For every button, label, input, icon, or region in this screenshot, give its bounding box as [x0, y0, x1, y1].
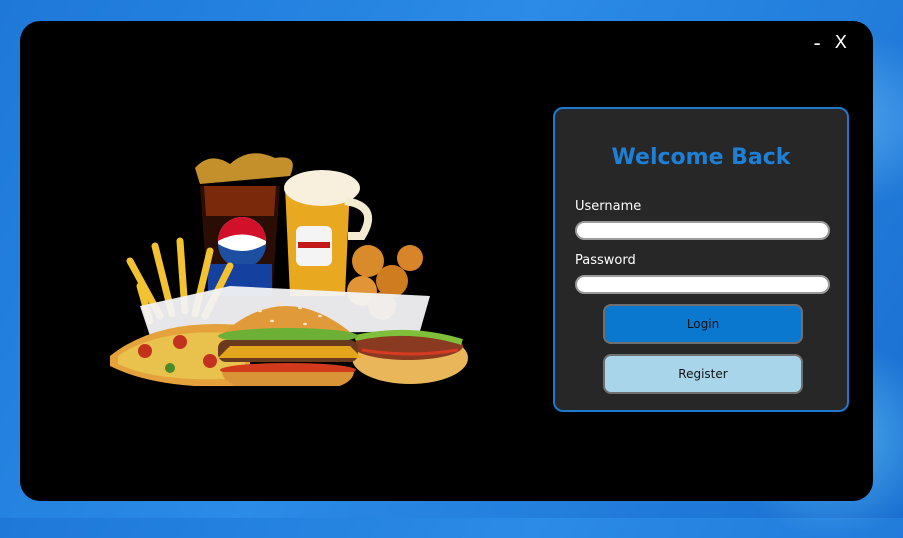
password-label: Password	[575, 253, 636, 268]
beer-glass	[284, 170, 373, 296]
username-input[interactable]	[575, 221, 830, 240]
login-card: Welcome Back Username Password Login Reg…	[553, 107, 849, 412]
minimize-button[interactable]: -	[813, 31, 820, 55]
soda-cup	[195, 153, 293, 296]
page-title: Welcome Back	[611, 145, 791, 170]
fast-food-image	[110, 153, 468, 386]
username-label: Username	[575, 199, 642, 214]
login-window: - X Welcome Back Username Password Login…	[20, 21, 873, 501]
hotdog	[352, 329, 468, 384]
login-button[interactable]: Login	[603, 304, 803, 344]
password-input[interactable]	[575, 275, 830, 294]
window-controls: - X	[813, 31, 847, 55]
close-button[interactable]: X	[835, 31, 847, 55]
register-button[interactable]: Register	[603, 354, 803, 394]
